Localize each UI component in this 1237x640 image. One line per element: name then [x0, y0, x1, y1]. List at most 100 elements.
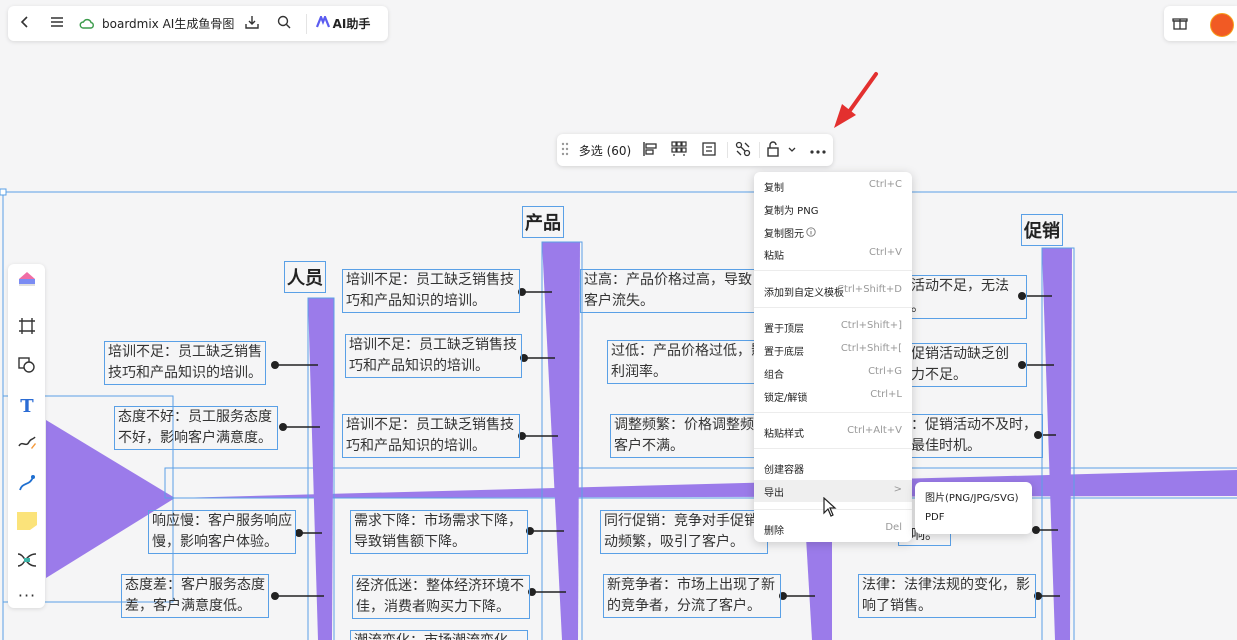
menu-item-export-image[interactable]: 图片(PNG/JPG/SVG) — [915, 485, 1032, 505]
cause-line-1: 过低：产品价格过低，影 — [611, 343, 765, 359]
connector-icon — [18, 474, 36, 496]
menu-item-paste-style[interactable]: 粘贴样式 Ctrl+Alt+V — [754, 421, 912, 441]
category-header-people[interactable]: 人员 — [284, 261, 326, 293]
cause-line-1: 促销活动缺乏创 — [911, 346, 1009, 362]
more-tools-button[interactable]: ··· — [14, 582, 40, 608]
mouse-cursor-icon — [823, 496, 837, 521]
cause-box[interactable]: 态度差：客户服务态度 差，客户满意度低。 — [121, 574, 269, 618]
menu-item-export-pdf[interactable]: PDF — [915, 508, 1032, 528]
menu-button[interactable] — [42, 6, 72, 41]
whiteboard-canvas[interactable]: 人员 产品 促销 培训不足：员工缺乏销售 技巧和产品知识的培训。 态度不好：员工服… — [0, 0, 1237, 640]
text-tool[interactable]: T — [14, 393, 40, 419]
mindmap-tool[interactable] — [14, 549, 40, 575]
sticky-note-icon — [16, 511, 38, 535]
cause-line-1: 经济低迷：整体经济环境不 — [356, 578, 524, 594]
cause-box[interactable]: 过低：产品价格过低，影 利润率。 — [607, 340, 775, 384]
cause-box[interactable]: 法律：法律法规的变化，影 响了销售。 — [858, 574, 1036, 618]
cause-box[interactable]: 潮流变化：市场潮流变化 — [350, 630, 528, 640]
menu-item-copy-element[interactable]: 复制图元 — [754, 221, 912, 241]
align-button[interactable] — [637, 134, 663, 166]
menu-item-add-to-template[interactable]: 添加到自定义模板 Ctrl+Shift+D — [754, 280, 912, 300]
cause-line-2: 。 — [911, 299, 925, 315]
menu-item-paste[interactable]: 粘贴 Ctrl+V — [754, 243, 912, 263]
drag-handle[interactable] — [559, 134, 571, 166]
cause-line-1: 态度差：客户服务态度 — [125, 577, 265, 593]
frame-selection-button[interactable] — [695, 134, 723, 166]
frame-tool[interactable] — [14, 315, 40, 341]
style-button[interactable] — [729, 134, 757, 166]
cause-line-2: 导致销售额下降。 — [354, 534, 466, 550]
cause-box[interactable]: 培训不足：员工缺乏销售技巧和产品知识的培训。 — [104, 341, 266, 385]
unlock-icon — [766, 140, 780, 160]
chevron-left-icon — [18, 15, 32, 32]
cause-line-2: 巧和产品知识的培训。 — [346, 438, 486, 454]
more-options-button[interactable] — [805, 134, 831, 166]
cause-box[interactable]: 调整频繁：价格调整频 客户不满。 — [610, 414, 778, 458]
cause-box[interactable]: 响应慢：客户服务响应 慢，影响客户体验。 — [148, 510, 296, 554]
shape-tool[interactable] — [14, 354, 40, 380]
lock-button[interactable] — [761, 134, 785, 166]
cause-box[interactable]: 培训不足：员工缺乏销售技巧和产品知识的培训。 — [342, 414, 520, 458]
cause-line-1: 同行促销：竞争对手促销 — [604, 513, 758, 529]
cause-box[interactable]: 经济低迷：整体经济环境不 佳，消费者购买力下降。 — [352, 575, 530, 619]
cause-line-1: 需求下降：市场需求下降， — [354, 513, 522, 529]
text-icon: T — [20, 395, 34, 417]
menu-item-shortcut: Ctrl+Shift+[ — [840, 343, 902, 354]
cause-line-2: 差，客户满意度低。 — [125, 598, 251, 614]
cause-box[interactable]: 新竞争者：市场上出现了新 的竞争者，分流了客户。 — [603, 574, 781, 618]
menu-item-group[interactable]: 组合 Ctrl+G — [754, 362, 912, 382]
menu-item-label: 添加到自定义模板 — [764, 288, 844, 299]
menu-item-create-container[interactable]: 创建容器 — [754, 457, 912, 477]
cause-line-2: 力不足。 — [911, 367, 967, 383]
cause-line-1: 潮流变化：市场潮流变化 — [354, 631, 524, 640]
cloud-sync-icon — [72, 6, 102, 41]
gift-button[interactable] — [1172, 15, 1190, 33]
download-button[interactable] — [236, 6, 268, 41]
cause-box[interactable]: 促销活动缺乏创 力不足。 — [898, 343, 1027, 387]
menu-item-copy[interactable]: 复制 Ctrl+C — [754, 175, 912, 195]
category-header-product[interactable]: 产品 — [522, 206, 564, 238]
connect-icon — [735, 141, 751, 160]
left-toolbar: T ··· — [8, 264, 45, 608]
ai-assistant-button[interactable]: AI助手 — [313, 6, 373, 41]
board-title[interactable]: boardmix AI生成鱼骨图 — [102, 15, 236, 32]
menu-item-label: 创建容器 — [764, 465, 804, 476]
cause-box[interactable]: 需求下降：市场需求下降， 导致销售额下降。 — [350, 510, 528, 554]
menu-item-bring-to-front[interactable]: 置于顶层 Ctrl+Shift+] — [754, 316, 912, 336]
cause-line-1: 响应慢：客户服务响应 — [152, 513, 292, 529]
menu-item-shortcut: Ctrl+Alt+V — [847, 425, 902, 436]
cause-box[interactable]: ：促销活动不及时， 最佳时机。 — [898, 414, 1043, 458]
cause-box[interactable]: 态度不好：员工服务态度 不好，影响客户满意度。 — [114, 406, 278, 450]
cause-box[interactable]: 过高：产品价格过高，导致 客户流失。 — [580, 269, 758, 313]
menu-item-label: 导出 — [764, 488, 784, 499]
mindmap-icon — [17, 552, 37, 572]
distribute-button[interactable] — [665, 134, 693, 166]
category-header-promo[interactable]: 促销 — [1021, 214, 1063, 246]
menu-separator — [754, 412, 912, 413]
avatar[interactable] — [1210, 13, 1234, 37]
back-button[interactable] — [8, 6, 42, 41]
menu-item-shortcut: Ctrl+V — [868, 247, 902, 258]
pen-tool[interactable] — [14, 432, 40, 458]
cause-box[interactable]: 同行促销：竞争对手促销 动频繁，吸引了客户。 — [600, 510, 768, 554]
multi-select-count[interactable]: 多选 (60) — [577, 134, 633, 166]
template-tool[interactable] — [14, 268, 40, 294]
cause-box[interactable]: 培训不足：员工缺乏销售技巧和产品知识的培训。 — [342, 269, 520, 313]
menu-item-send-to-back[interactable]: 置于底层 Ctrl+Shift+[ — [754, 339, 912, 359]
sticky-note-tool[interactable] — [14, 510, 40, 536]
lock-dropdown[interactable] — [785, 134, 799, 166]
cause-box[interactable]: 培训不足：员工缺乏销售技巧和产品知识的培训。 — [345, 334, 522, 378]
cause-line-1: 培训不足：员工缺乏销售技 — [346, 272, 514, 288]
menu-item-delete[interactable]: 删除 Del — [754, 518, 912, 538]
cause-box[interactable]: 活动不足，无法。 — [898, 275, 1027, 319]
menu-item-shortcut: Ctrl+C — [868, 179, 902, 190]
search-button[interactable] — [268, 6, 300, 41]
chevron-right-icon: > — [893, 484, 902, 495]
menu-item-copy-as-png[interactable]: 复制为 PNG — [754, 198, 912, 218]
menu-item-label: 复制图元 — [764, 229, 804, 240]
connector-tool[interactable] — [14, 472, 40, 498]
export-submenu: 图片(PNG/JPG/SVG) PDF — [915, 482, 1032, 534]
menu-item-lock-unlock[interactable]: 锁定/解锁 Ctrl+L — [754, 385, 912, 405]
menu-item-shortcut: Ctrl+Shift+] — [840, 320, 902, 331]
top-toolbar: boardmix AI生成鱼骨图 AI助手 — [8, 6, 388, 41]
